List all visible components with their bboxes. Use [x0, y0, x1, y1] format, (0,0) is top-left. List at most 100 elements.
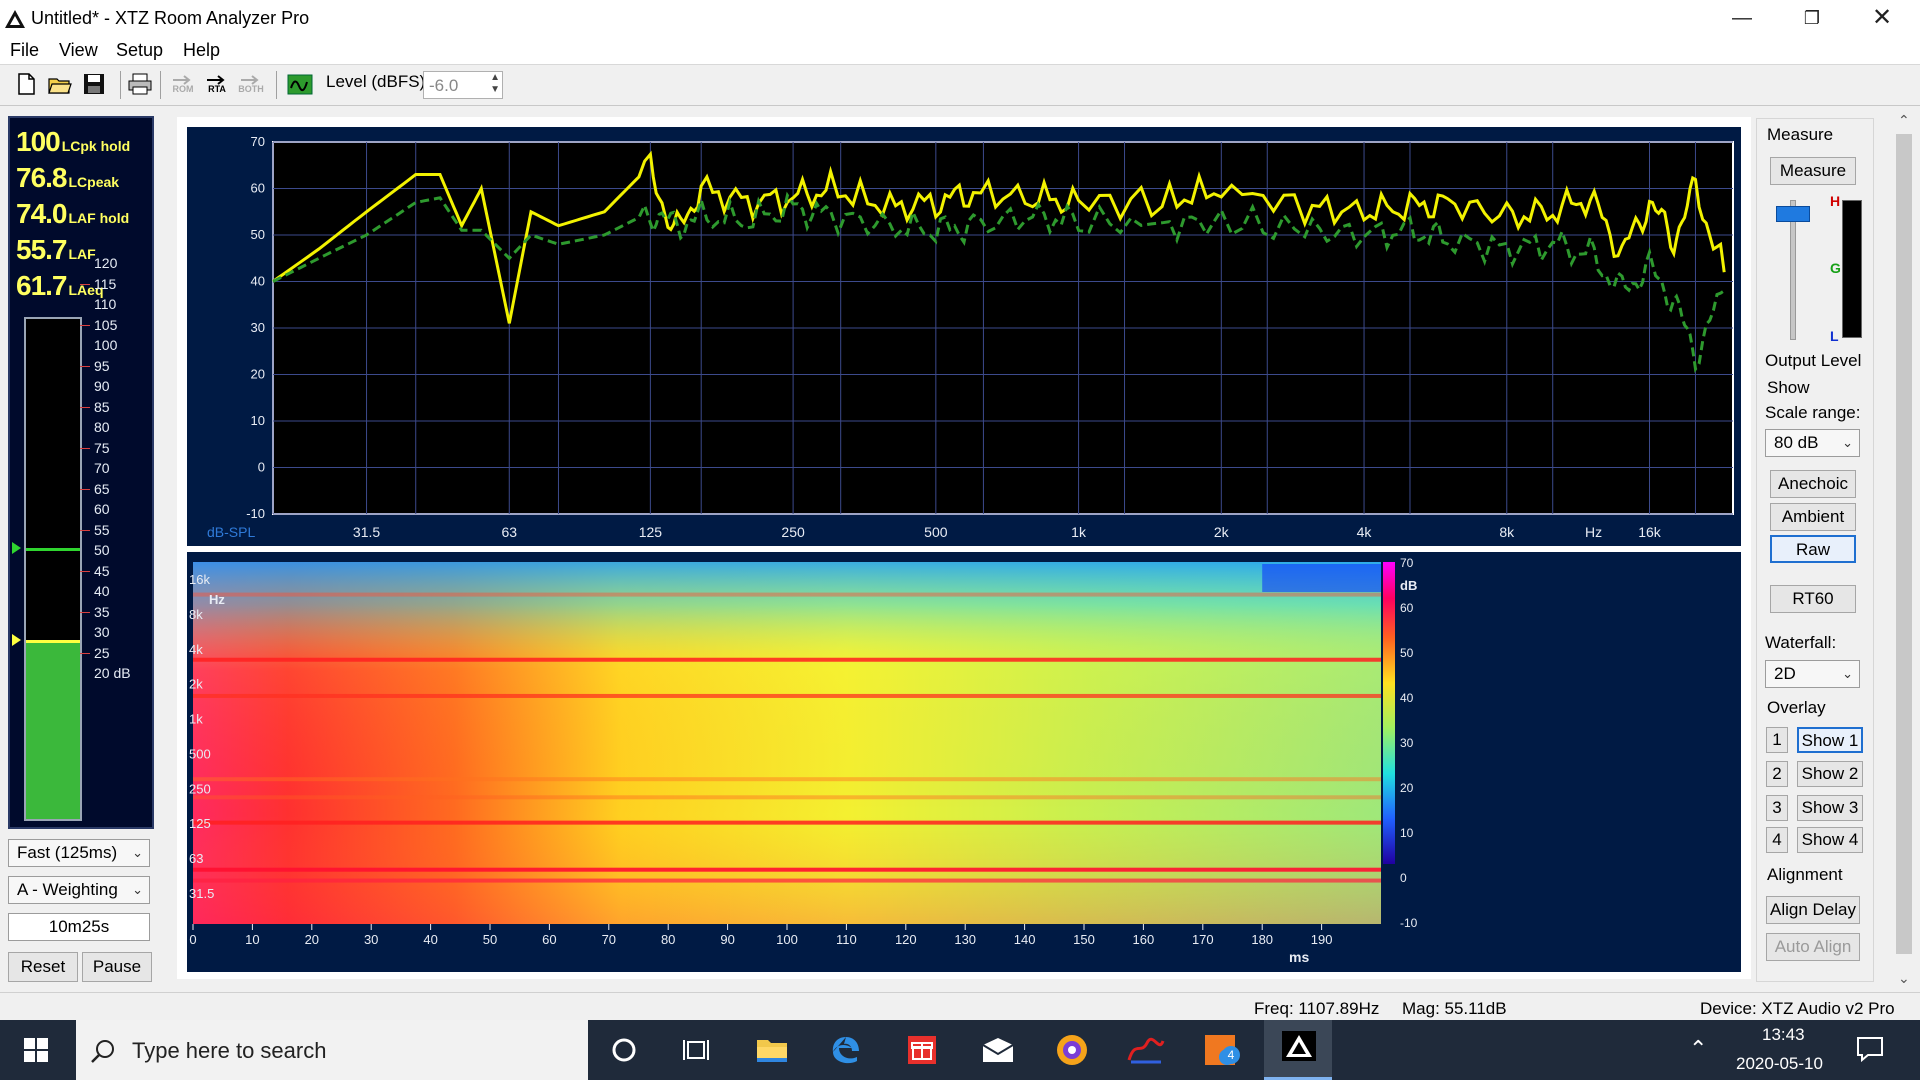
scale-range-value: 80 dB — [1774, 433, 1819, 452]
taskbar-room-eq-app[interactable] — [1126, 1030, 1166, 1070]
rew-app-icon — [1127, 1037, 1165, 1064]
x-tick-label: 140 — [1014, 932, 1036, 947]
y-tick-label: 500 — [189, 746, 211, 761]
readout-label: LCpeak — [68, 174, 120, 190]
rom-label: ROM — [172, 83, 194, 94]
vertical-scrollbar[interactable]: ⌃ ⌄ — [1892, 108, 1918, 992]
measure-header: Measure — [1767, 125, 1834, 144]
overlay-2-button[interactable]: 2 — [1766, 761, 1788, 787]
y-tick-label: 1k — [189, 712, 203, 727]
menu-file[interactable]: File — [10, 40, 39, 61]
spin-arrows-icon[interactable]: ▲ ▼ — [490, 72, 500, 96]
frequency-response-chart[interactable]: 70 60 50 40 30 20 10 0 -10 31.5 63 125 250 500 1k 2k 4k… — [187, 127, 1741, 546]
chevron-up-icon[interactable]: ⌃ — [1689, 1036, 1707, 1062]
clock-time[interactable]: 13:43 — [1762, 1025, 1805, 1045]
scale-range-label: Scale range: — [1765, 403, 1861, 422]
waterfall-value: 2D — [1774, 664, 1796, 683]
scale-range-select[interactable]: 80 dB ⌄ — [1765, 429, 1860, 457]
taskbar-mail[interactable] — [978, 1030, 1018, 1070]
show-1-button[interactable]: Show 1 — [1797, 727, 1863, 753]
menu-help[interactable]: Help — [183, 40, 220, 61]
spectrogram-panel: 70 60 50 40 30 20 10 0 -10 16k 8k 4k 2k 1k 500 250 125 6… — [187, 552, 1741, 972]
x-tick-label: 130 — [954, 932, 976, 947]
output-level-slider[interactable] — [1776, 206, 1810, 222]
task-view-icon — [683, 1040, 709, 1060]
action-center-button[interactable] — [1856, 1036, 1884, 1067]
minimize-button[interactable]: — — [1712, 0, 1772, 36]
sound-level-meter: 100 LCpk hold 76.8 LCpeak 74.0 LAF hold 55.… — [8, 116, 154, 829]
y-tick-label: 2k — [189, 677, 203, 692]
menu-bar: File View Setup Help — [0, 38, 1920, 65]
weighting-select[interactable]: A - Weighting ⌄ — [8, 876, 150, 904]
scrollbar-thumb[interactable] — [1896, 134, 1912, 954]
raw-button[interactable]: Raw — [1770, 535, 1856, 563]
status-bar: Freq: 1107.89Hz Mag: 55.11dB Device: XTZ… — [0, 992, 1920, 1021]
taskbar-gift-app[interactable] — [902, 1030, 942, 1070]
resonance-band — [193, 867, 1381, 872]
taskbar-browser[interactable] — [1052, 1030, 1092, 1070]
scroll-down-icon[interactable]: ⌄ — [1898, 970, 1910, 987]
show-2-button[interactable]: Show 2 — [1797, 761, 1863, 787]
pause-button[interactable]: Pause — [82, 952, 152, 982]
save-file-button[interactable] — [80, 70, 108, 98]
ambient-button[interactable]: Ambient — [1770, 503, 1856, 531]
windows-logo-icon — [24, 1038, 48, 1062]
chevron-down-icon: ⌄ — [1842, 666, 1853, 681]
align-delay-button[interactable]: Align Delay — [1766, 896, 1860, 924]
windows-start-button[interactable] — [16, 1030, 56, 1070]
gift-icon — [908, 1036, 936, 1064]
print-button[interactable] — [126, 70, 154, 98]
meter-scale-label: 35 — [94, 603, 110, 620]
show-3-button[interactable]: Show 3 — [1797, 795, 1863, 821]
colorbar-tick-label: 0 — [1400, 871, 1407, 885]
meter-scale-label: 75 — [94, 439, 110, 456]
show-4-button[interactable]: Show 4 — [1797, 827, 1863, 853]
taskbar-xtz-app-active[interactable] — [1264, 1020, 1332, 1080]
spectrogram-chart[interactable]: 706050403020100-10 16k8k4k2k1k5002501256… — [187, 552, 1741, 972]
level-spinbox[interactable]: -6.0 ▲ ▼ — [423, 71, 503, 99]
menu-view[interactable]: View — [59, 40, 98, 61]
taskbar-edge[interactable] — [826, 1030, 866, 1070]
search-placeholder: Type here to search — [132, 1038, 327, 1063]
scroll-up-icon[interactable]: ⌃ — [1898, 112, 1910, 129]
open-file-button[interactable] — [46, 70, 74, 98]
y-tick-label: 125 — [189, 816, 211, 831]
task-view-cortana-button[interactable] — [604, 1030, 644, 1070]
meter-scale-label: 120 — [94, 255, 118, 271]
meter-scale-tick — [80, 488, 90, 490]
overlay-3-button[interactable]: 3 — [1766, 795, 1788, 821]
taskbar-file-explorer[interactable] — [752, 1030, 792, 1070]
rt60-button[interactable]: RT60 — [1770, 585, 1856, 613]
signal-generator-button[interactable] — [286, 70, 314, 98]
x-tick-label: 30 — [364, 932, 378, 947]
task-view-button[interactable] — [676, 1030, 716, 1070]
reset-button[interactable]: Reset — [8, 952, 78, 982]
overlay-4-button[interactable]: 4 — [1766, 827, 1788, 853]
anechoic-button[interactable]: Anechoic — [1770, 470, 1856, 498]
restore-button[interactable]: ❐ — [1782, 0, 1842, 36]
chevron-down-icon: ⌄ — [132, 845, 143, 860]
y-tick-label: 60 — [251, 181, 265, 196]
rom-mode-button[interactable]: ROM — [168, 70, 198, 98]
overlay-1-button[interactable]: 1 — [1766, 727, 1788, 753]
menu-setup[interactable]: Setup — [116, 40, 163, 61]
new-file-button[interactable] — [12, 70, 40, 98]
measure-button[interactable]: Measure — [1770, 157, 1856, 185]
readout-value: 61.7 — [16, 270, 67, 301]
both-mode-button[interactable]: BOTH — [236, 70, 266, 98]
meter-scale-label: 70 — [94, 460, 110, 476]
y-tick-label: 0 — [258, 460, 265, 475]
x-tick-label: 170 — [1192, 932, 1214, 947]
readout-label: LAF hold — [68, 210, 130, 226]
rta-mode-button[interactable]: RTA — [202, 70, 232, 98]
x-tick-label: 10 — [245, 932, 259, 947]
close-button[interactable]: ✕ — [1852, 0, 1912, 36]
readout-lcpeak: 76.8 LCpeak — [16, 162, 119, 194]
auto-align-button[interactable]: Auto Align — [1766, 933, 1860, 961]
colorbar-tick-label: 20 — [1400, 781, 1414, 795]
response-select[interactable]: Fast (125ms) ⌄ — [8, 839, 150, 867]
edge-browser-icon — [832, 1037, 859, 1064]
clock-date[interactable]: 2020-05-10 — [1736, 1054, 1823, 1074]
waterfall-select[interactable]: 2D ⌄ — [1765, 660, 1860, 688]
app-logo-icon — [5, 10, 25, 28]
